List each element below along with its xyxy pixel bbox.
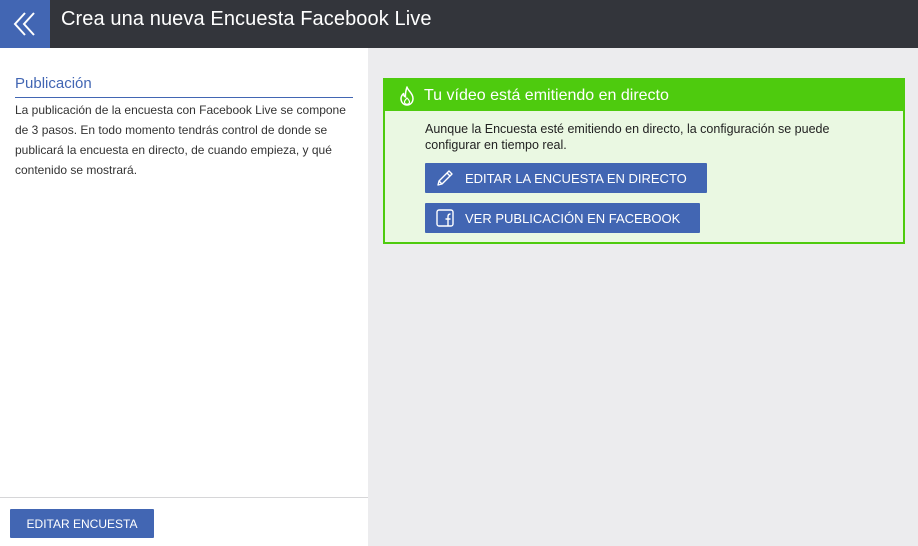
- view-facebook-post-button[interactable]: VER PUBLICACIÓN EN FACEBOOK: [425, 203, 701, 233]
- section-title: Publicación: [15, 75, 353, 98]
- view-facebook-post-label: VER PUBLICACIÓN EN FACEBOOK: [465, 210, 681, 226]
- live-message: Aunque la Encuesta esté emitiendo en dir…: [425, 122, 830, 152]
- flame-icon: [398, 85, 416, 106]
- live-status-panel: Tu vídeo está emitiendo en directo Aunqu…: [383, 78, 905, 244]
- sidebar: Publicación La publicación de la encuest…: [0, 48, 368, 546]
- facebook-icon: [425, 208, 465, 228]
- live-panel-header: Tu vídeo está emitiendo en directo: [385, 80, 903, 111]
- double-chevron-left-icon: [13, 12, 35, 36]
- sidebar-footer: EDITAR ENCUESTA: [0, 497, 368, 546]
- edit-live-survey-label: EDITAR LA ENCUESTA EN DIRECTO: [465, 170, 687, 186]
- edit-survey-button[interactable]: EDITAR ENCUESTA: [10, 509, 154, 538]
- back-button[interactable]: [0, 0, 50, 48]
- live-panel-title: Tu vídeo está emitiendo en directo: [424, 86, 669, 104]
- section-description: La publicación de la encuesta con Facebo…: [15, 103, 346, 177]
- top-bar: Crea una nueva Encuesta Facebook Live: [0, 0, 918, 48]
- page-title: Crea una nueva Encuesta Facebook Live: [61, 7, 432, 30]
- live-panel-body: Aunque la Encuesta esté emitiendo en dir…: [385, 111, 903, 233]
- edit-live-survey-button[interactable]: EDITAR LA ENCUESTA EN DIRECTO: [425, 163, 707, 193]
- pencil-icon: [425, 168, 465, 188]
